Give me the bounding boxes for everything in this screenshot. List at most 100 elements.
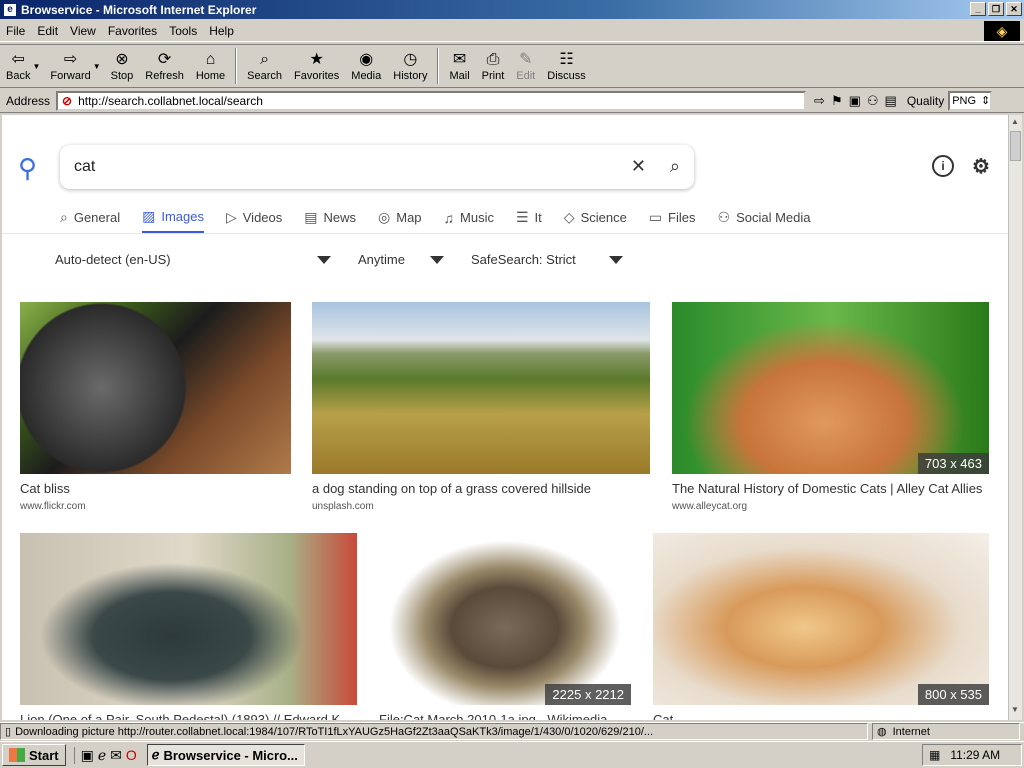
system-tray: ▦ 11:29 AM: [922, 744, 1022, 766]
language-dropdown-icon[interactable]: [317, 256, 331, 264]
tab-science[interactable]: ◇ Science: [564, 208, 627, 233]
status-text: Downloading picture http://router.collab…: [15, 725, 654, 738]
forward-dropdown-icon[interactable]: ▼: [93, 62, 101, 71]
result-title-6[interactable]: Cat ...: [653, 712, 989, 720]
edit-button[interactable]: ✎ Edit: [510, 45, 541, 87]
tab-general[interactable]: ⌕ General: [60, 208, 120, 233]
mail-button[interactable]: ✉ Mail: [443, 45, 475, 87]
menu-help[interactable]: Help: [203, 24, 240, 38]
clear-icon[interactable]: ✕: [631, 156, 646, 177]
menu-file[interactable]: File: [0, 24, 31, 38]
ie-quicklaunch-icon[interactable]: ℯ: [98, 747, 106, 764]
result-title-2[interactable]: a dog standing on top of a grass covered…: [312, 481, 650, 496]
scroll-down-icon[interactable]: ▼: [1011, 705, 1019, 714]
language-select[interactable]: Auto-detect (en-US): [55, 252, 171, 267]
opera-icon[interactable]: O: [126, 747, 137, 764]
back-button[interactable]: ⇦ Back: [0, 45, 36, 87]
binoculars-icon[interactable]: ⚇: [867, 93, 879, 109]
discuss-button[interactable]: ☷ Discuss: [541, 45, 592, 87]
media-icon: ◉: [359, 51, 374, 68]
desktop-icon[interactable]: ▣: [81, 747, 94, 764]
window-title: Browservice - Microsoft Internet Explore…: [21, 2, 257, 17]
favorites-button[interactable]: ★ Favorites: [288, 45, 345, 87]
result-image-6[interactable]: 800 x 535: [653, 533, 989, 705]
spinner-icon[interactable]: ⇕: [981, 94, 990, 107]
result-image-5[interactable]: 2225 x 2212: [379, 533, 631, 705]
tab-videos[interactable]: ▷ Videos: [226, 208, 282, 233]
outlook-icon[interactable]: ✉: [110, 747, 122, 764]
network-icon[interactable]: ▦: [929, 748, 940, 762]
taskbar-browser-task[interactable]: ℯ Browservice - Micro...: [146, 744, 305, 766]
result-title-3[interactable]: The Natural History of Domestic Cats | A…: [672, 481, 1002, 496]
search-submit-icon[interactable]: ⌕: [670, 156, 680, 177]
menu-bar: File Edit View Favorites Tools Help ◈: [0, 20, 1024, 42]
vertical-scrollbar[interactable]: ▲ ▼: [1008, 115, 1022, 720]
safesearch-dropdown-icon[interactable]: [609, 256, 623, 264]
menu-tools[interactable]: Tools: [163, 24, 203, 38]
quality-label: Quality: [906, 93, 945, 108]
scroll-up-icon[interactable]: ▲: [1011, 117, 1019, 126]
security-zone-panel: ◍ Internet: [872, 723, 1020, 740]
close-button[interactable]: ✕: [1006, 2, 1022, 16]
menu-favorites[interactable]: Favorites: [102, 24, 163, 38]
find-icon[interactable]: ▣: [849, 93, 861, 109]
result-title-5[interactable]: File:Cat March 2010-1a.jpg - Wikimedia .…: [379, 712, 634, 720]
search-query[interactable]: cat: [74, 158, 95, 176]
go-arrow-icon[interactable]: ⇨: [814, 93, 825, 109]
result-image-4[interactable]: [20, 533, 357, 705]
image-dimensions-badge: 2225 x 2212: [545, 684, 631, 705]
address-label: Address: [6, 93, 51, 108]
time-range-select[interactable]: Anytime: [358, 252, 405, 267]
toolbar-separator: [235, 48, 238, 84]
result-title-4[interactable]: Lion (One of a Pair, South Pedestal) (18…: [20, 712, 360, 720]
ie-icon: ℯ: [151, 747, 160, 762]
favorites-icon: ★: [309, 51, 324, 68]
quality-select[interactable]: PNG ⇕: [948, 90, 993, 111]
page-loading-icon: ▯: [5, 726, 12, 738]
category-divider: [2, 233, 1008, 234]
tab-images[interactable]: ▨ Images: [142, 208, 204, 233]
result-image-3[interactable]: 703 x 463: [672, 302, 989, 474]
tab-social-media[interactable]: ⚇ Social Media: [718, 208, 811, 233]
time-dropdown-icon[interactable]: [430, 256, 444, 264]
history-button[interactable]: ◷ History: [387, 45, 433, 87]
media-button[interactable]: ◉ Media: [345, 45, 387, 87]
scrollbar-thumb[interactable]: [1010, 131, 1021, 161]
tab-it[interactable]: ☰ It: [516, 208, 542, 233]
history-icon: ◷: [403, 51, 418, 68]
forward-button[interactable]: ⇨ Forward: [44, 45, 96, 87]
back-dropdown-icon[interactable]: ▼: [32, 62, 40, 71]
maximize-button[interactable]: ❐: [988, 2, 1004, 16]
tab-news[interactable]: ▤ News: [304, 208, 356, 233]
print-button[interactable]: ⎙ Print: [476, 45, 511, 87]
search-box[interactable]: cat ✕ ⌕: [60, 145, 694, 189]
refresh-button[interactable]: ⟳ Refresh: [139, 45, 190, 87]
tab-files[interactable]: ▭ Files: [649, 208, 696, 233]
menu-edit[interactable]: Edit: [31, 24, 64, 38]
tab-map[interactable]: ◎ Map: [378, 208, 422, 233]
search-button[interactable]: ⌕ Search: [241, 45, 288, 87]
start-button[interactable]: Start: [2, 744, 66, 766]
bookmark-icon[interactable]: ⚑: [831, 93, 843, 109]
people-icon: ⚇: [717, 209, 731, 225]
settings-gear-icon[interactable]: ⚙: [970, 155, 992, 178]
minimize-button[interactable]: _: [970, 2, 986, 16]
result-image-2[interactable]: [312, 302, 650, 474]
page-icon: ⊘: [62, 93, 73, 108]
result-image-1[interactable]: [20, 302, 291, 474]
safesearch-select[interactable]: SafeSearch: Strict: [471, 252, 576, 267]
search-icon: ⌕: [60, 209, 68, 225]
result-title-1[interactable]: Cat bliss: [20, 481, 292, 496]
result-source-1: www.flickr.com: [20, 501, 86, 512]
stop-button[interactable]: ⊗ Stop: [105, 45, 140, 87]
status-bar: ▯ Downloading picture http://router.coll…: [0, 722, 1024, 740]
home-icon: ⌂: [205, 51, 216, 68]
image-dimensions-badge: 800 x 535: [917, 684, 989, 705]
home-button[interactable]: ⌂ Home: [190, 45, 231, 87]
menu-view[interactable]: View: [64, 24, 102, 38]
address-input[interactable]: ⊘ http://search.collabnet.local/search: [56, 90, 807, 111]
tab-music[interactable]: ♫ Music: [444, 208, 494, 233]
searx-logo-icon[interactable]: ⚲: [18, 153, 37, 184]
clipboard-icon[interactable]: ▤: [885, 93, 897, 109]
info-icon[interactable]: i: [932, 155, 954, 177]
